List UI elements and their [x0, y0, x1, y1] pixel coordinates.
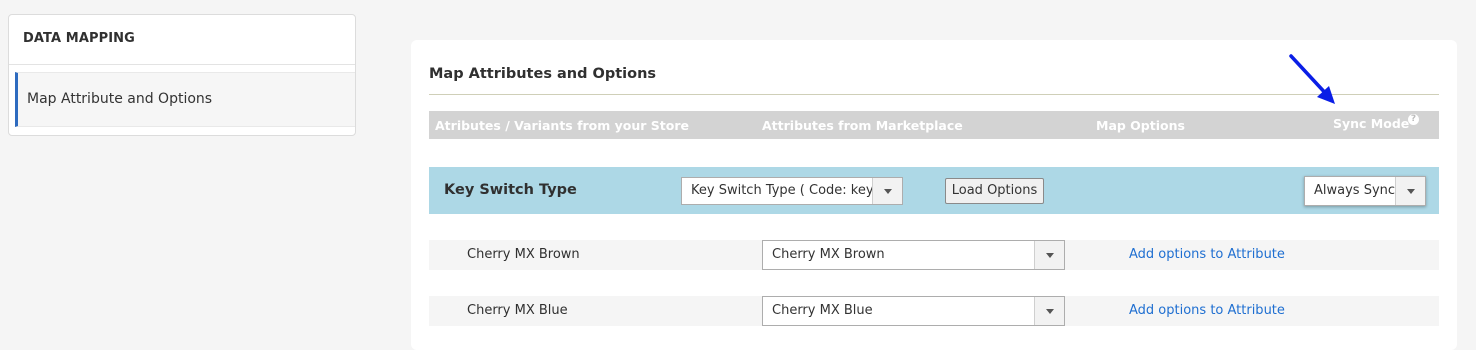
sync-mode-select-value: Always Sync	[1314, 183, 1396, 198]
page-title: Map Attributes and Options	[429, 66, 657, 82]
data-mapping-card: DATA MAPPING Map Attribute and Options	[8, 14, 356, 136]
chevron-down-icon	[1395, 177, 1425, 205]
data-mapping-title: DATA MAPPING	[9, 15, 355, 65]
marketplace-option-select-value: Cherry MX Blue	[772, 303, 873, 318]
header-marketplace-attributes: Attributes from Marketplace	[762, 118, 963, 133]
mapping-table-header: Atributes / Variants from your Store Att…	[429, 111, 1439, 139]
help-icon[interactable]: ?	[1408, 114, 1419, 125]
attribute-name: Key Switch Type	[444, 182, 577, 198]
add-options-link[interactable]: Add options to Attribute	[1129, 303, 1285, 318]
header-store-attributes: Atributes / Variants from your Store	[435, 118, 690, 133]
marketplace-option-select[interactable]: Cherry MX Brown	[762, 240, 1065, 270]
header-map-options: Map Options	[1096, 118, 1185, 133]
chevron-down-icon	[872, 178, 902, 204]
attribute-row: Key Switch Type Key Switch Type ( Code: …	[429, 167, 1439, 214]
marketplace-attribute-select-value: Key Switch Type ( Code: key_s	[691, 183, 887, 198]
marketplace-option-select-value: Cherry MX Brown	[772, 247, 885, 262]
arrow-down-right-icon	[1289, 54, 1335, 104]
store-option-label: Cherry MX Blue	[467, 303, 568, 318]
chevron-down-icon	[1034, 241, 1064, 269]
sidebar-item-map-attribute[interactable]: Map Attribute and Options	[15, 72, 355, 127]
marketplace-option-select[interactable]: Cherry MX Blue	[762, 296, 1065, 326]
chevron-down-icon	[1034, 297, 1064, 325]
header-sync-mode: Sync Mode	[1333, 116, 1410, 131]
option-row: Cherry MX Blue Cherry MX Blue Add option…	[429, 296, 1439, 326]
store-option-label: Cherry MX Brown	[467, 247, 580, 262]
add-options-link[interactable]: Add options to Attribute	[1129, 247, 1285, 262]
option-row: Cherry MX Brown Cherry MX Brown Add opti…	[429, 240, 1439, 270]
marketplace-attribute-select[interactable]: Key Switch Type ( Code: key_s	[681, 177, 903, 205]
load-options-button[interactable]: Load Options	[945, 178, 1044, 204]
sync-mode-select[interactable]: Always Sync	[1304, 176, 1426, 206]
sidebar-item-label: Map Attribute and Options	[27, 91, 213, 107]
